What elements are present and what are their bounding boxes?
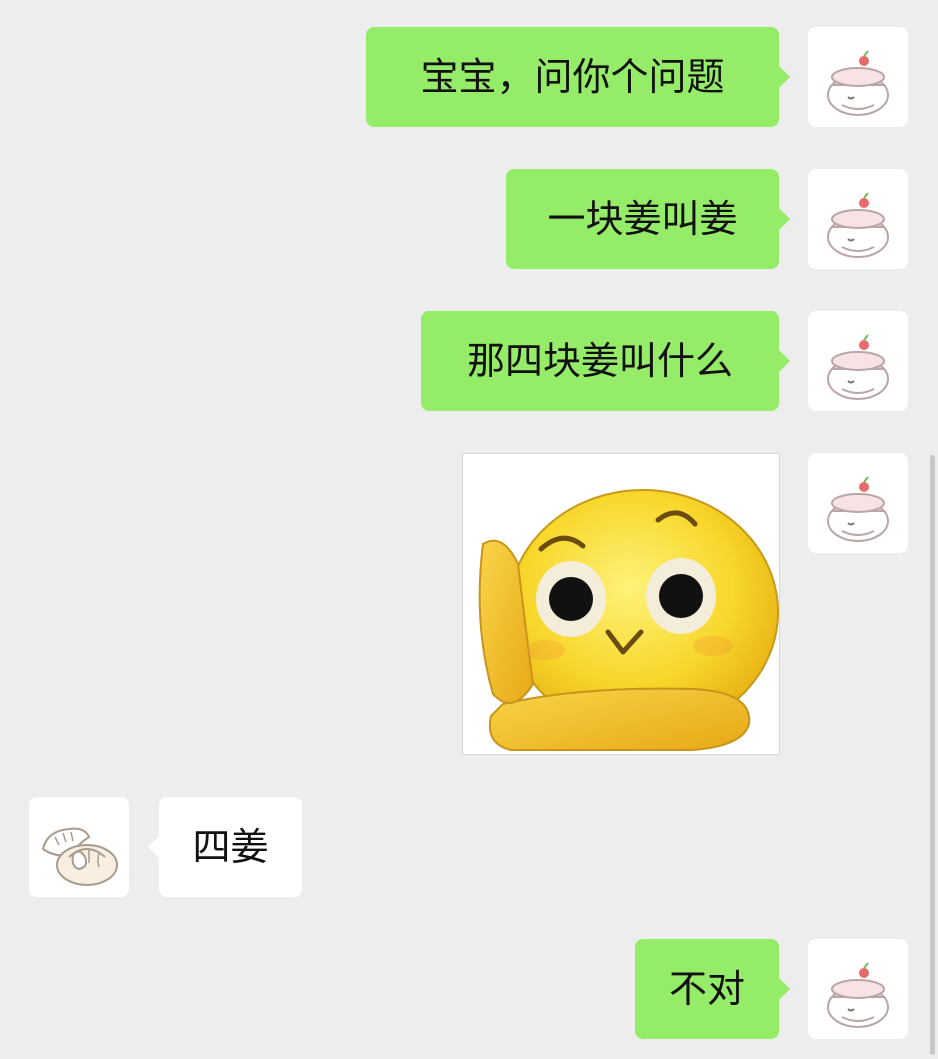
my-avatar[interactable] [808, 939, 908, 1039]
message-text: 一块姜叫姜 [547, 197, 738, 241]
message-text: 不对 [668, 967, 745, 1011]
my-avatar[interactable] [808, 453, 908, 553]
message-text: 四姜 [192, 825, 269, 869]
cake-character-avatar-icon [827, 50, 889, 116]
steamed-bun-avatar-icon [41, 827, 118, 886]
my-message-bubble[interactable]: 宝宝，问你个问题 [366, 27, 790, 127]
sticker-message[interactable] [462, 453, 780, 755]
cake-character-avatar-icon [827, 334, 889, 400]
my-message-bubble[interactable]: 一块姜叫姜 [506, 169, 790, 269]
chat-scrollbar[interactable] [930, 455, 935, 1055]
message-text: 那四块姜叫什么 [466, 339, 733, 383]
my-avatar[interactable] [808, 169, 908, 269]
chat-area: 宝宝，问你个问题 一块姜叫姜 那四块姜叫什么 四姜 不对 [0, 0, 938, 1059]
other-avatar[interactable] [29, 797, 129, 897]
message-text: 宝宝，问你个问题 [420, 55, 725, 99]
other-message-bubble[interactable]: 四姜 [148, 797, 302, 897]
my-avatar[interactable] [808, 27, 908, 127]
shy-peeking-emoji-icon [478, 489, 779, 751]
my-message-bubble[interactable]: 不对 [635, 939, 790, 1039]
my-avatar[interactable] [808, 311, 908, 411]
cake-character-avatar-icon [827, 192, 889, 258]
my-message-bubble[interactable]: 那四块姜叫什么 [421, 311, 790, 411]
cake-character-avatar-icon [827, 476, 889, 542]
cake-character-avatar-icon [827, 962, 889, 1028]
